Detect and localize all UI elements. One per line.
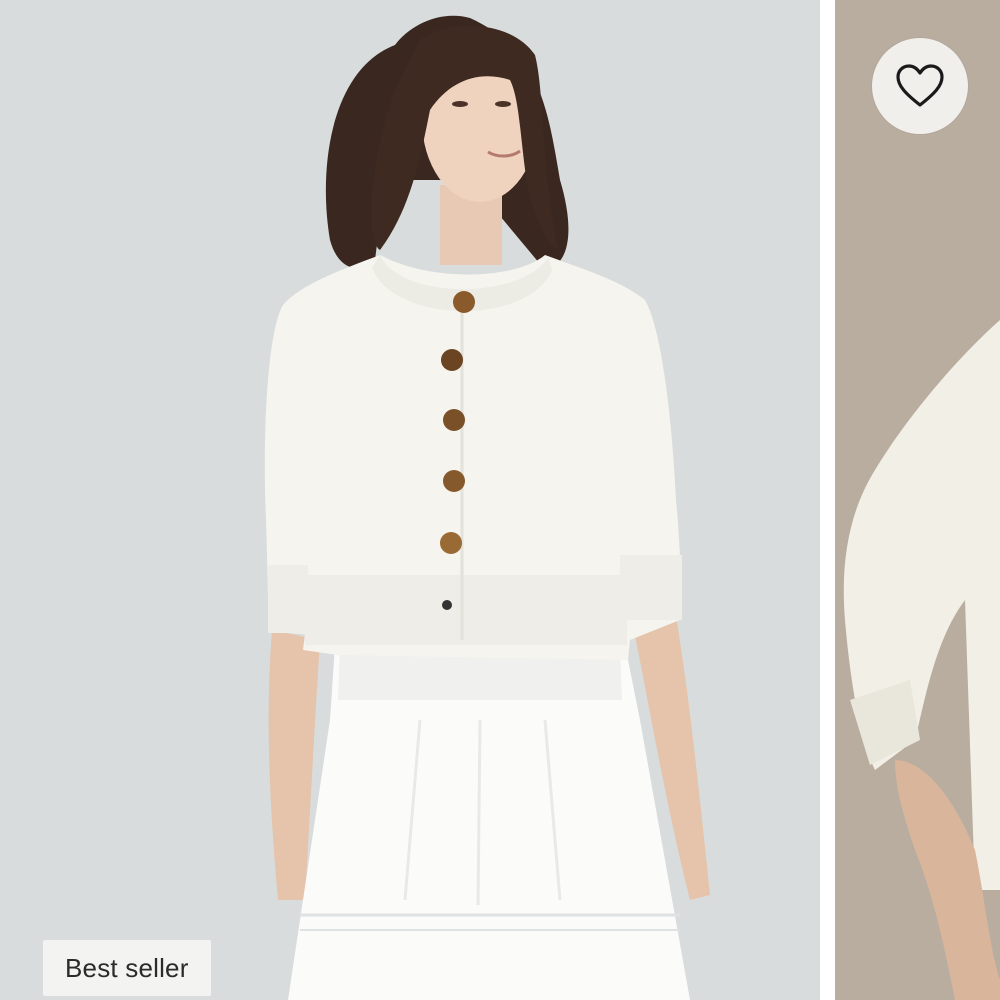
product-image-main[interactable] xyxy=(0,0,820,1000)
product-image-carousel[interactable]: Best seller xyxy=(0,0,1000,1000)
heart-outline-icon xyxy=(896,64,944,107)
favorite-button[interactable] xyxy=(872,38,968,134)
model-side-photo xyxy=(835,0,1000,1000)
product-image-next[interactable] xyxy=(835,0,1000,1000)
best-seller-badge: Best seller xyxy=(43,940,211,996)
model-front-photo xyxy=(0,0,820,1000)
